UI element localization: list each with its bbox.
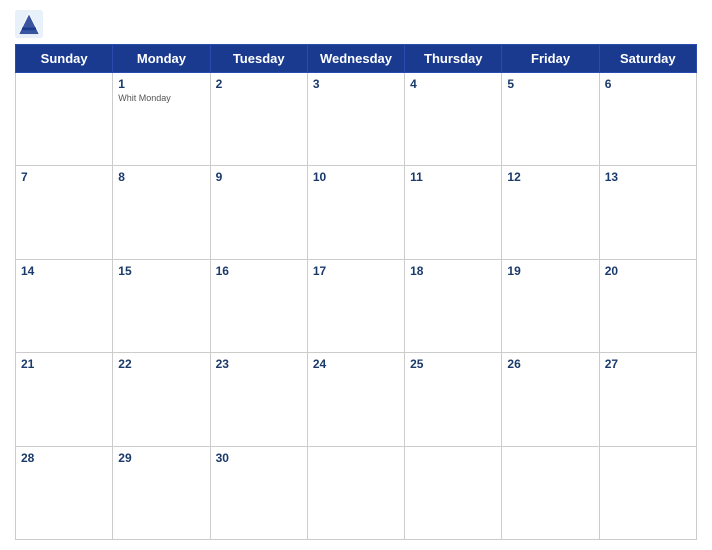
calendar-day-cell: 5 bbox=[502, 73, 599, 166]
calendar-day-cell: 19 bbox=[502, 259, 599, 352]
day-number: 24 bbox=[313, 357, 399, 371]
day-number: 23 bbox=[216, 357, 302, 371]
day-number: 12 bbox=[507, 170, 593, 184]
calendar-day-cell: 14 bbox=[16, 259, 113, 352]
day-number: 22 bbox=[118, 357, 204, 371]
calendar-day-cell bbox=[307, 446, 404, 539]
day-number: 6 bbox=[605, 77, 691, 91]
col-tuesday: Tuesday bbox=[210, 45, 307, 73]
day-number: 8 bbox=[118, 170, 204, 184]
day-number: 4 bbox=[410, 77, 496, 91]
calendar-header-row: Sunday Monday Tuesday Wednesday Thursday… bbox=[16, 45, 697, 73]
col-friday: Friday bbox=[502, 45, 599, 73]
header bbox=[15, 10, 697, 38]
day-number: 25 bbox=[410, 357, 496, 371]
calendar-day-cell: 6 bbox=[599, 73, 696, 166]
generalblue-logo-icon bbox=[15, 10, 43, 38]
day-number: 15 bbox=[118, 264, 204, 278]
calendar-week-row: 1 Whit Monday 23456 bbox=[16, 73, 697, 166]
calendar-day-cell: 4 bbox=[405, 73, 502, 166]
calendar-day-cell: 21 bbox=[16, 353, 113, 446]
calendar-day-cell: 29 bbox=[113, 446, 210, 539]
calendar-day-cell: 22 bbox=[113, 353, 210, 446]
day-number: 10 bbox=[313, 170, 399, 184]
col-monday: Monday bbox=[113, 45, 210, 73]
day-number: 30 bbox=[216, 451, 302, 465]
calendar-day-cell: 2 bbox=[210, 73, 307, 166]
calendar-day-cell: 23 bbox=[210, 353, 307, 446]
calendar-day-cell: 24 bbox=[307, 353, 404, 446]
holiday-label: Whit Monday bbox=[118, 93, 204, 104]
calendar-day-cell: 3 bbox=[307, 73, 404, 166]
day-number: 13 bbox=[605, 170, 691, 184]
calendar-day-cell: 25 bbox=[405, 353, 502, 446]
calendar-day-cell: 20 bbox=[599, 259, 696, 352]
calendar-day-cell bbox=[599, 446, 696, 539]
col-saturday: Saturday bbox=[599, 45, 696, 73]
day-number: 21 bbox=[21, 357, 107, 371]
day-number: 19 bbox=[507, 264, 593, 278]
day-number: 16 bbox=[216, 264, 302, 278]
day-number: 5 bbox=[507, 77, 593, 91]
calendar-day-cell bbox=[16, 73, 113, 166]
calendar-day-cell: 28 bbox=[16, 446, 113, 539]
col-thursday: Thursday bbox=[405, 45, 502, 73]
calendar-day-cell: 26 bbox=[502, 353, 599, 446]
calendar-day-cell: 8 bbox=[113, 166, 210, 259]
day-number: 28 bbox=[21, 451, 107, 465]
calendar-table: Sunday Monday Tuesday Wednesday Thursday… bbox=[15, 44, 697, 540]
calendar-day-cell bbox=[502, 446, 599, 539]
calendar-day-cell: 15 bbox=[113, 259, 210, 352]
calendar-week-row: 21 22 23 24 25 26 27 bbox=[16, 353, 697, 446]
calendar-day-cell: 10 bbox=[307, 166, 404, 259]
calendar-day-cell: 17 bbox=[307, 259, 404, 352]
calendar-day-cell: 12 bbox=[502, 166, 599, 259]
day-number: 9 bbox=[216, 170, 302, 184]
day-number: 27 bbox=[605, 357, 691, 371]
calendar-day-cell: 18 bbox=[405, 259, 502, 352]
calendar-day-cell: 16 bbox=[210, 259, 307, 352]
calendar-page: Sunday Monday Tuesday Wednesday Thursday… bbox=[0, 0, 712, 550]
calendar-day-cell: 30 bbox=[210, 446, 307, 539]
day-number: 26 bbox=[507, 357, 593, 371]
calendar-day-cell: 27 bbox=[599, 353, 696, 446]
day-number: 29 bbox=[118, 451, 204, 465]
calendar-week-row: 789 10 11 12 13 bbox=[16, 166, 697, 259]
calendar-day-cell: 13 bbox=[599, 166, 696, 259]
calendar-day-cell: 1 Whit Monday bbox=[113, 73, 210, 166]
calendar-day-cell: 7 bbox=[16, 166, 113, 259]
day-number: 17 bbox=[313, 264, 399, 278]
col-sunday: Sunday bbox=[16, 45, 113, 73]
calendar-week-row: 14 15 16 17 18 19 20 bbox=[16, 259, 697, 352]
logo bbox=[15, 10, 47, 38]
calendar-day-cell: 11 bbox=[405, 166, 502, 259]
day-number: 20 bbox=[605, 264, 691, 278]
calendar-day-cell bbox=[405, 446, 502, 539]
day-number: 2 bbox=[216, 77, 302, 91]
day-number: 11 bbox=[410, 170, 496, 184]
day-number: 7 bbox=[21, 170, 107, 184]
col-wednesday: Wednesday bbox=[307, 45, 404, 73]
day-number: 3 bbox=[313, 77, 399, 91]
day-number: 1 bbox=[118, 77, 204, 91]
calendar-week-row: 28 29 30 bbox=[16, 446, 697, 539]
calendar-day-cell: 9 bbox=[210, 166, 307, 259]
day-number: 14 bbox=[21, 264, 107, 278]
day-number: 18 bbox=[410, 264, 496, 278]
